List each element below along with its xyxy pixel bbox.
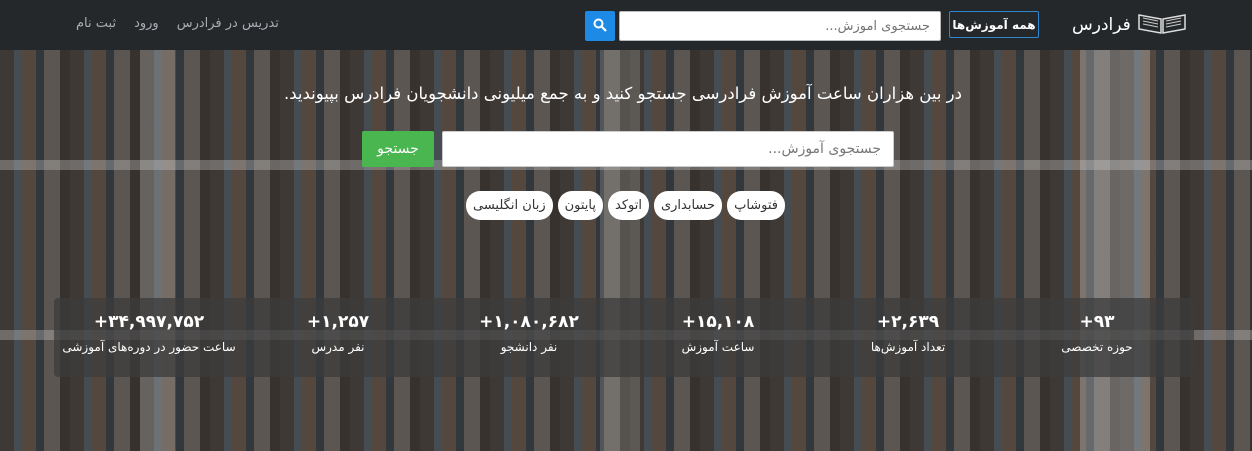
stat-course-hours: +۱۵,۱۰۸ ساعت آموزش [681,312,755,354]
tag-english[interactable]: زبان انگلیسی [466,191,553,220]
brand-logo[interactable]: فرادرس [1072,10,1187,40]
top-search-button[interactable] [585,11,615,41]
stat-course-count: +۲,۶۳۹ تعداد آموزش‌ها [870,312,946,354]
stat-instructors: +۱,۲۵۷ نفر مدرس [306,312,370,354]
search-icon [593,17,607,36]
stat-students: +۱,۰۸۰,۶۸۲ نفر دانشجو [479,312,579,354]
brand-name: فرادرس [1072,15,1131,35]
tag-autocad[interactable]: اتوکد [608,191,649,220]
hero-tagline: در بین هزاران ساعت آموزش فرادرسی جستجو ک… [284,84,962,103]
main-search-button[interactable]: جستجو [362,131,434,167]
main-search-input[interactable]: جستجوی آموزش... [442,131,894,167]
teach-link[interactable]: تدریس در فرادرس [177,16,279,31]
tag-photoshop[interactable]: فتوشاپ [727,191,786,220]
book-logo-icon [1137,11,1187,40]
tag-python[interactable]: پایتون [557,191,603,220]
stats-bar: +۳۴,۹۹۷,۷۵۲ ساعت حضور در دوره‌های آموزشی … [54,298,1194,377]
top-search-input[interactable] [619,11,941,41]
popular-tags: زبان انگلیسی پایتون اتوکد حسابداری فتوشا… [466,191,786,220]
stat-attendance-hours: +۳۴,۹۹۷,۷۵۲ ساعت حضور در دوره‌های آموزشی [62,312,236,354]
register-link[interactable]: ثبت نام [76,16,116,31]
tag-accounting[interactable]: حسابداری [653,191,723,220]
hero-section: در بین هزاران ساعت آموزش فرادرسی جستجو ک… [0,50,1252,451]
nav-links: تدریس در فرادرس ورود ثبت نام [76,16,279,31]
top-navbar: فرادرس همه آموزش‌ها تدریس در فرادرس ورود… [0,0,1252,50]
all-courses-button[interactable]: همه آموزش‌ها [949,11,1039,38]
login-link[interactable]: ورود [134,16,159,31]
stat-fields: +۹۳ حوزه تخصصی [1061,312,1133,354]
